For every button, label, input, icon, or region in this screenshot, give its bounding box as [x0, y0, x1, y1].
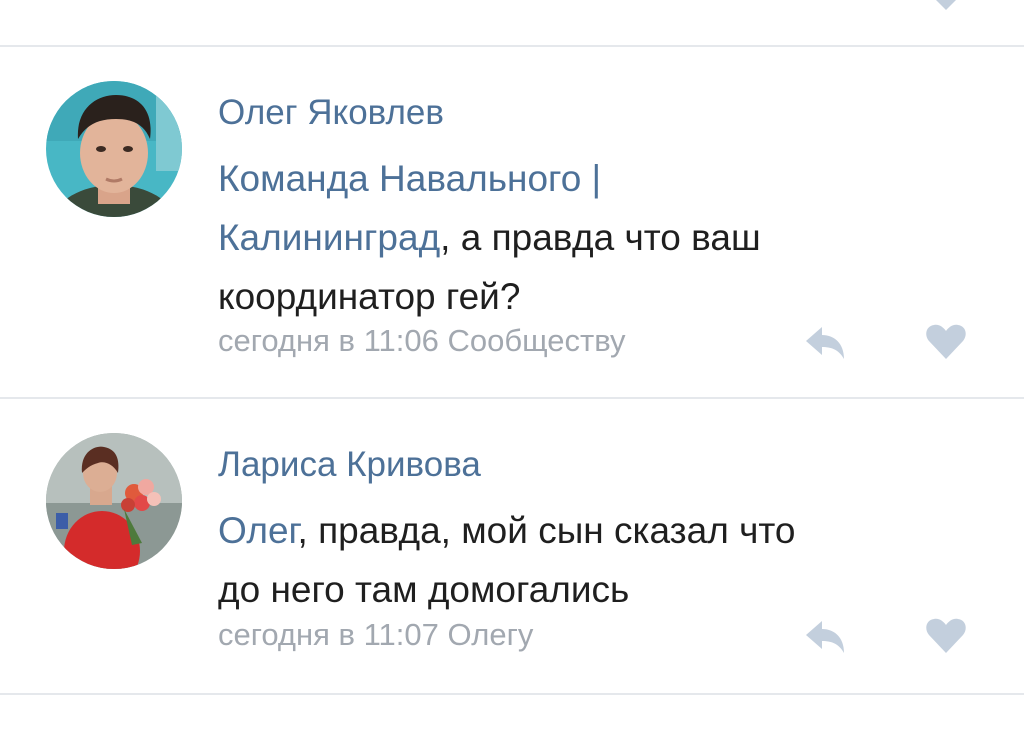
comment-text-part: до него там домогались — [218, 569, 630, 610]
comment-item: Лариса Кривова Олег, правда, мой сын ска… — [0, 399, 1024, 693]
reply-arrow-icon[interactable] — [802, 323, 846, 363]
comments-feed: Олег Яковлев Команда Навального | Калини… — [0, 0, 1024, 736]
mention-link[interactable]: Команда Навального | — [218, 158, 601, 199]
comment-timestamp: сегодня в 11:07 — [218, 617, 439, 652]
comment-text-part: , правда, мой сын сказал что — [297, 510, 796, 551]
mention-link[interactable]: Калининград — [218, 217, 440, 258]
divider — [0, 693, 1024, 695]
comment-meta: сегодня в 11:07 Олегу — [218, 617, 533, 653]
heart-icon[interactable] — [924, 615, 968, 655]
mention-link[interactable]: Олег — [218, 510, 298, 551]
comment-author[interactable]: Олег Яковлев — [218, 93, 444, 133]
comment-text: Команда Навального | Калининград, а прав… — [218, 149, 958, 326]
reply-target[interactable]: Олегу — [448, 617, 534, 652]
reply-arrow-icon[interactable] — [802, 617, 846, 657]
previous-comment-meta — [0, 0, 1024, 46]
comment-text: Олег, правда, мой сын сказал что до него… — [218, 501, 958, 619]
reply-target[interactable]: Сообществу — [448, 323, 626, 358]
comment-author[interactable]: Лариса Кривова — [218, 445, 481, 485]
comment-timestamp: сегодня в 11:06 — [218, 323, 439, 358]
heart-icon[interactable] — [928, 0, 964, 12]
comment-text-part: , а правда что ваш — [440, 217, 761, 258]
comment-meta: сегодня в 11:06 Сообществу — [218, 323, 626, 359]
heart-icon[interactable] — [924, 321, 968, 361]
avatar[interactable] — [46, 433, 182, 569]
avatar[interactable] — [46, 81, 182, 217]
comment-text-part: координатор гей? — [218, 276, 521, 317]
comment-item: Олег Яковлев Команда Навального | Калини… — [0, 47, 1024, 397]
